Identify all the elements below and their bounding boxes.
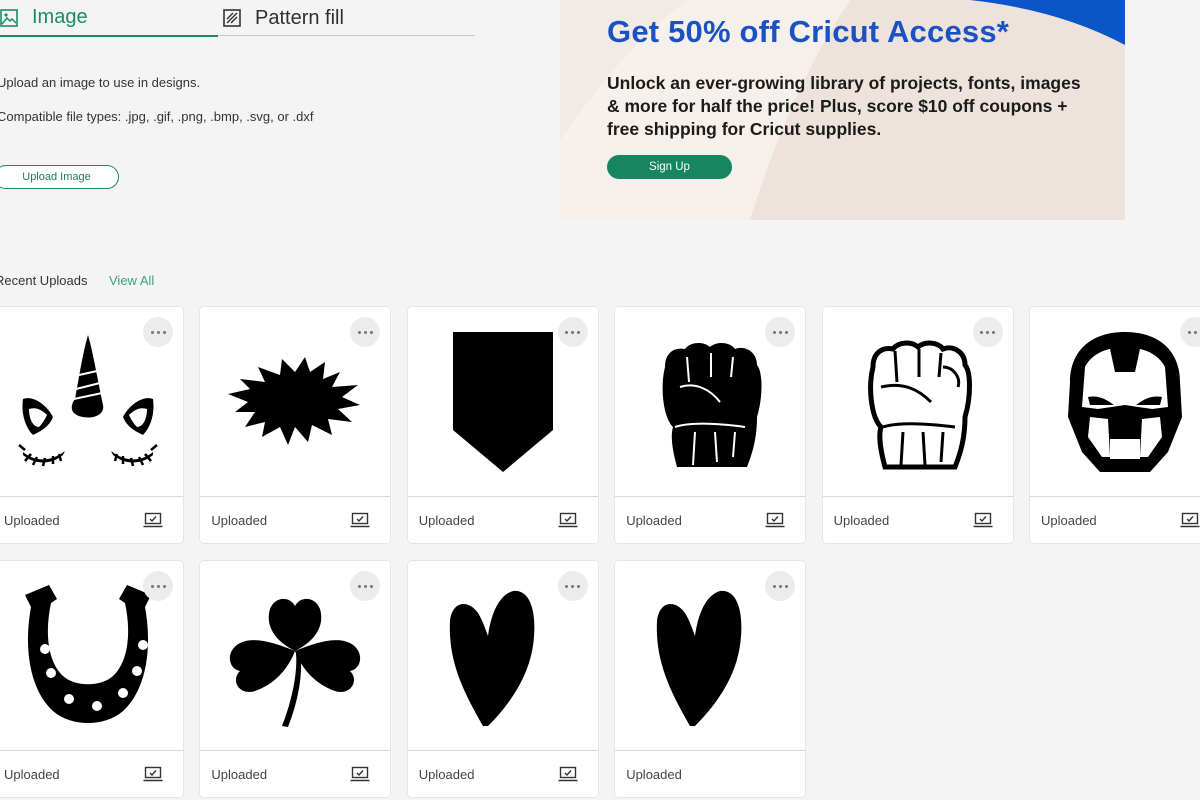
upload-status: Uploaded	[626, 512, 682, 528]
upload-thumbnail-iron-man-mask[interactable]	[1030, 307, 1200, 496]
upload-card[interactable]: Uploaded	[0, 561, 183, 797]
starburst-image	[228, 356, 361, 445]
upload-card[interactable]: Uploaded	[200, 561, 391, 797]
ellipsis-icon	[980, 330, 996, 334]
laptop-check-icon[interactable]	[765, 512, 785, 528]
tab-pattern-fill[interactable]: Pattern fill	[223, 0, 344, 36]
tab-pattern-fill-label: Pattern fill	[255, 6, 344, 29]
more-options-button[interactable]	[143, 571, 173, 601]
heart-image	[657, 590, 742, 726]
upload-card[interactable]: Uploaded	[407, 561, 598, 797]
upload-card[interactable]: Uploaded	[200, 307, 391, 543]
upload-card[interactable]: Uploaded	[407, 307, 598, 543]
upload-status: Uploaded	[418, 766, 475, 782]
laptop-check-icon[interactable]	[558, 512, 578, 528]
iron-man-mask-image	[1068, 331, 1182, 472]
recent-uploads-heading: Recent Uploads	[0, 273, 88, 288]
upload-status: Uploaded	[833, 512, 890, 528]
more-options-button[interactable]	[557, 571, 588, 601]
ellipsis-icon	[150, 584, 166, 588]
ellipsis-icon	[772, 584, 788, 588]
more-options-button[interactable]	[972, 317, 1003, 347]
view-all-link[interactable]: View All	[109, 273, 154, 288]
horseshoe-image	[25, 584, 151, 723]
more-options-button[interactable]	[557, 317, 588, 347]
more-options-button[interactable]	[765, 571, 796, 601]
unicorn-face-image	[18, 334, 158, 466]
tab-image-label: Image	[32, 6, 88, 28]
pattern-fill-icon	[223, 9, 241, 27]
more-options-button[interactable]	[765, 317, 796, 347]
upload-card[interactable]: Uploaded	[1030, 307, 1200, 543]
upload-image-button[interactable]: Upload Image	[0, 165, 119, 189]
upload-card[interactable]: Uploaded	[615, 307, 806, 543]
upload-card[interactable]: Uploaded	[0, 307, 183, 543]
laptop-check-icon[interactable]	[973, 512, 993, 528]
upload-status: Uploaded	[4, 766, 60, 782]
ellipsis-icon	[565, 330, 581, 334]
image-icon	[0, 8, 18, 27]
upload-card-footer: Uploaded	[615, 496, 806, 543]
ellipsis-icon	[357, 584, 373, 588]
pennant-image	[452, 331, 553, 472]
ellipsis-icon	[357, 330, 373, 334]
laptop-check-icon[interactable]	[143, 512, 163, 528]
laptop-check-icon[interactable]	[350, 512, 370, 528]
upload-status: Uploaded	[1041, 512, 1097, 528]
laptop-check-icon[interactable]	[1180, 512, 1200, 528]
promo-banner: Get 50% off Cricut Access* Unlock an eve…	[560, 0, 1125, 220]
upload-description: Upload an image to use in designs.	[0, 75, 201, 90]
upload-card-footer: Uploaded	[407, 750, 598, 797]
compatible-file-types: Compatible file types: .jpg, .gif, .png,…	[0, 109, 314, 124]
sign-up-button[interactable]: Sign Up	[607, 155, 732, 179]
ellipsis-icon	[772, 330, 788, 334]
more-options-button[interactable]	[143, 317, 173, 347]
upload-status: Uploaded	[4, 512, 60, 528]
upload-card-footer: Uploaded	[822, 496, 1013, 543]
banner-body: Unlock an ever-growing library of projec…	[607, 73, 1081, 139]
banner-title: Get 50% off Cricut Access*	[607, 14, 1010, 49]
tab-bar: Image Pattern fill	[0, 0, 475, 37]
upload-card[interactable]: Uploaded	[822, 307, 1013, 543]
tab-image[interactable]: Image	[0, 0, 218, 37]
upload-status: Uploaded	[211, 512, 268, 528]
shamrock-image	[230, 598, 361, 727]
upload-card[interactable]: Uploaded	[615, 561, 806, 797]
upload-status: Uploaded	[211, 766, 268, 782]
upload-card-footer: Uploaded	[200, 496, 391, 543]
upload-card-footer: Uploaded	[407, 496, 598, 543]
upload-status: Uploaded	[626, 766, 682, 782]
laptop-check-icon[interactable]	[558, 766, 578, 782]
upload-card-footer: Uploaded	[615, 750, 806, 797]
ellipsis-icon	[565, 584, 581, 588]
ellipsis-icon	[150, 330, 166, 334]
upload-status: Uploaded	[418, 512, 475, 528]
upload-card-footer: Uploaded	[200, 750, 391, 797]
laptop-check-icon[interactable]	[143, 766, 163, 782]
upload-card-footer: Uploaded	[0, 750, 183, 797]
fist-outline-image	[867, 340, 972, 469]
laptop-check-icon[interactable]	[350, 766, 370, 782]
ellipsis-icon	[1187, 330, 1200, 334]
heart-image	[449, 590, 535, 726]
upload-card-footer: Uploaded	[1030, 496, 1200, 543]
fist-silhouette-image	[662, 342, 762, 467]
upload-card-footer: Uploaded	[0, 496, 183, 543]
